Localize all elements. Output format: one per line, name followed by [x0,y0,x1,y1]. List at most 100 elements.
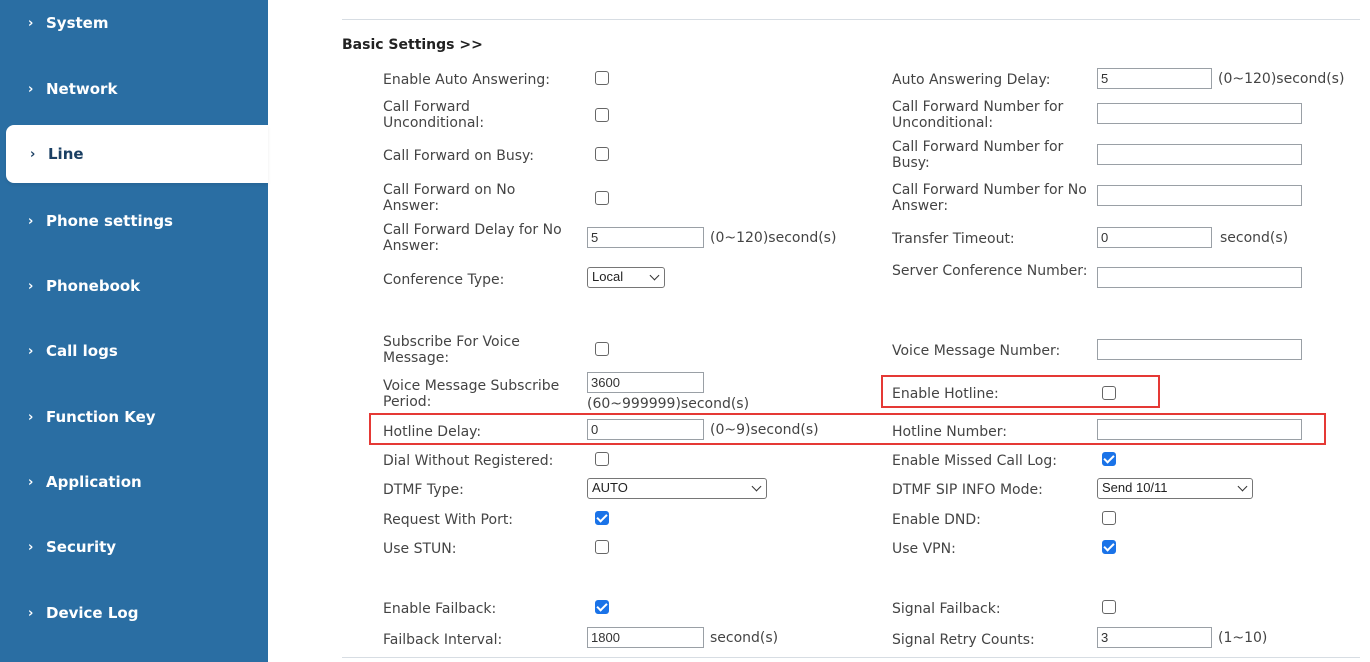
request-with-port-checkbox[interactable] [595,511,609,525]
transfer-timeout-unit: second(s) [1220,230,1289,246]
cf-unconditional-checkbox[interactable] [595,108,609,122]
server-conference-number-input[interactable] [1097,267,1302,288]
dtmf-type-select[interactable]: AUTO [587,478,767,499]
cf-no-answer-number-label: Call Forward Number for No Answer: [892,182,1087,214]
vm-subscribe-period-input[interactable]: 3600 [587,372,704,393]
enable-hotline-checkbox[interactable] [1102,386,1116,400]
chevron-right-icon: › [28,81,34,97]
vm-subscribe-period-label: Voice Message Subscribe Period: [383,378,560,410]
sidebar-item-call-logs[interactable]: › Call logs [0,322,268,380]
sidebar-item-label: Device Log [46,604,139,622]
sidebar-item-line[interactable]: › Line [6,125,268,183]
dtmf-sip-info-label: DTMF SIP INFO Mode: [892,482,1043,498]
chevron-right-icon: › [30,146,36,162]
hotline-number-input[interactable] [1097,419,1302,440]
signal-failback-label: Signal Failback: [892,601,1001,617]
sidebar-item-system[interactable]: › System [0,0,268,52]
sidebar-item-label: Network [46,80,118,98]
chevron-down-icon [649,270,660,281]
sidebar-item-label: Phonebook [46,277,141,295]
cf-unconditional-number-label: Call Forward Number for Unconditional: [892,99,1064,131]
chevron-right-icon: › [28,474,34,490]
auto-answer-label: Enable Auto Answering: [383,72,551,88]
sidebar-item-application[interactable]: › Application [0,453,268,511]
cf-unconditional-label: Call Forward Unconditional: [383,99,485,131]
missed-call-log-label: Enable Missed Call Log: [892,453,1057,469]
cf-unconditional-number-input[interactable] [1097,103,1302,124]
sidebar-item-label: System [46,14,109,32]
request-with-port-label: Request With Port: [383,512,514,528]
subscribe-voice-message-checkbox[interactable] [595,342,609,356]
use-stun-checkbox[interactable] [595,540,609,554]
enable-failback-checkbox[interactable] [595,600,609,614]
sidebar-item-label: Security [46,538,117,556]
chevron-right-icon: › [28,343,34,359]
sidebar-item-label: Phone settings [46,212,173,230]
signal-retry-counts-label: Signal Retry Counts: [892,632,1035,648]
cf-no-answer-label: Call Forward on No Answer: [383,182,516,214]
use-stun-label: Use STUN: [383,541,457,557]
chevron-right-icon: › [28,409,34,425]
hotline-delay-input[interactable]: 0 [587,419,704,440]
sidebar-item-label: Application [46,473,142,491]
use-vpn-checkbox[interactable] [1102,540,1116,554]
use-vpn-label: Use VPN: [892,541,956,557]
cf-no-answer-delay-input[interactable]: 5 [587,227,704,248]
auto-answer-delay-unit: (0~120)second(s) [1218,71,1345,87]
sidebar-item-phonebook[interactable]: › Phonebook [0,257,268,315]
dtmf-type-value: AUTO [592,480,628,495]
chevron-right-icon: › [28,15,34,31]
voice-message-number-label: Voice Message Number: [892,343,1061,359]
signal-retry-counts-unit: (1~10) [1218,630,1268,646]
chevron-right-icon: › [28,539,34,555]
sidebar-item-device-log[interactable]: › Device Log [0,584,268,642]
cf-busy-number-label: Call Forward Number for Busy: [892,139,1064,171]
transfer-timeout-label: Transfer Timeout: [892,231,1015,247]
auto-answer-delay-input[interactable]: 5 [1097,68,1212,89]
dial-without-registered-label: Dial Without Registered: [383,453,554,469]
server-conference-number-label: Server Conference Number: [892,263,1088,279]
conference-type-value: Local [592,269,624,284]
cf-no-answer-delay-unit: (0~120)second(s) [710,230,837,246]
dtmf-sip-info-select[interactable]: Send 10/11 [1097,478,1253,499]
cf-busy-checkbox[interactable] [595,147,609,161]
sidebar-item-label: Line [48,145,84,163]
enable-hotline-label: Enable Hotline: [892,386,999,402]
cf-no-answer-number-input[interactable] [1097,185,1302,206]
sidebar-item-security[interactable]: › Security [0,518,268,576]
cf-busy-number-input[interactable] [1097,144,1302,165]
conference-type-label: Conference Type: [383,272,505,288]
cf-no-answer-checkbox[interactable] [595,191,609,205]
signal-failback-checkbox[interactable] [1102,600,1116,614]
divider [342,657,1360,658]
missed-call-log-checkbox[interactable] [1102,452,1116,466]
chevron-right-icon: › [28,213,34,229]
divider [342,19,1360,20]
section-title: Basic Settings >> [342,37,483,53]
chevron-right-icon: › [28,278,34,294]
dtmf-type-label: DTMF Type: [383,482,464,498]
voice-message-number-input[interactable] [1097,339,1302,360]
sidebar-item-phone-settings[interactable]: › Phone settings [0,192,268,250]
sidebar-item-network[interactable]: › Network [0,60,268,118]
hotline-number-label: Hotline Number: [892,424,1008,440]
cf-busy-label: Call Forward on Busy: [383,148,534,164]
subscribe-voice-message-label: Subscribe For Voice Message: [383,334,520,366]
cf-no-answer-delay-label: Call Forward Delay for No Answer: [383,222,562,254]
hotline-delay-unit: (0~9)second(s) [710,422,819,438]
dial-without-registered-checkbox[interactable] [595,452,609,466]
auto-answer-checkbox[interactable] [595,71,609,85]
sidebar: › System › Network › Line › Phone settings ›… [0,0,268,662]
sidebar-item-label: Function Key [46,408,156,426]
chevron-down-icon [751,481,762,492]
sidebar-item-function-key[interactable]: › Function Key [0,388,268,446]
transfer-timeout-input[interactable]: 0 [1097,227,1212,248]
signal-retry-counts-input[interactable]: 3 [1097,627,1212,648]
hotline-delay-label: Hotline Delay: [383,424,482,440]
failback-interval-input[interactable]: 1800 [587,627,704,648]
enable-dnd-checkbox[interactable] [1102,511,1116,525]
vm-subscribe-period-unit: (60~999999)second(s) [587,396,750,412]
enable-failback-label: Enable Failback: [383,601,497,617]
conference-type-select[interactable]: Local [587,267,665,288]
dtmf-sip-info-value: Send 10/11 [1102,480,1168,495]
